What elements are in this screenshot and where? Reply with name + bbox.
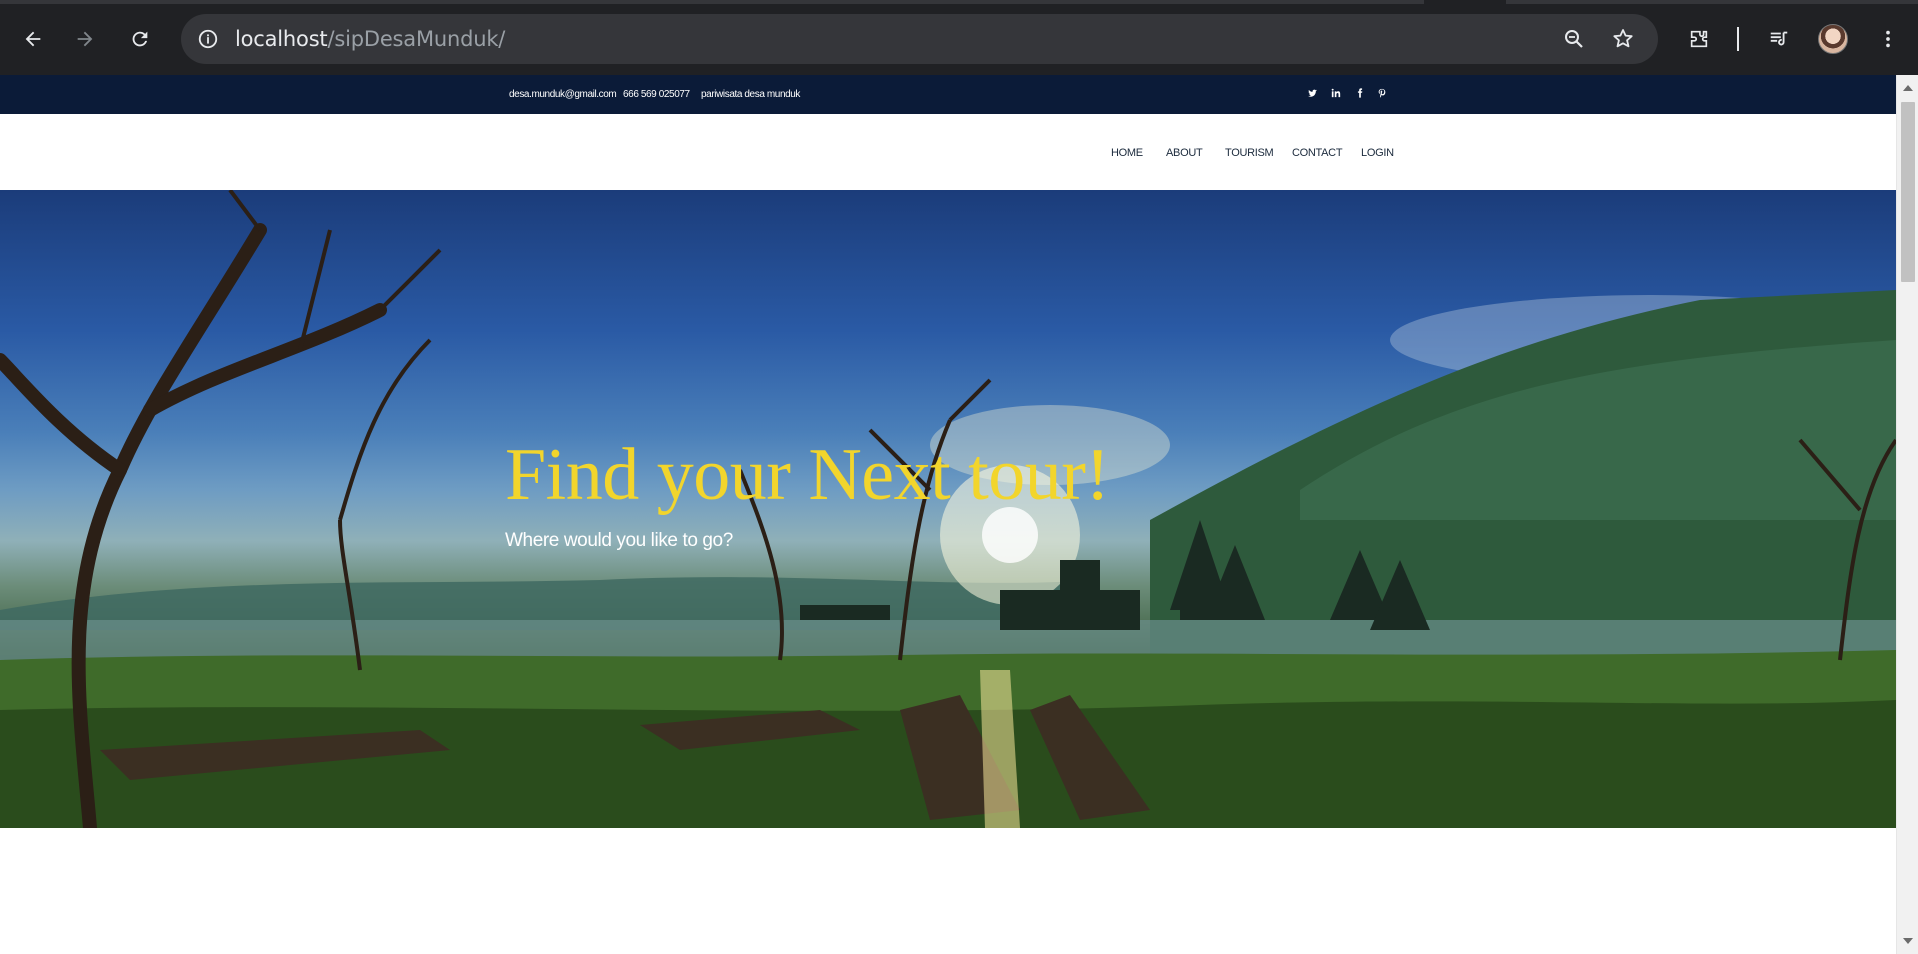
contact-phone[interactable]: 666 569 025077 <box>623 89 690 100</box>
hero-title: Find your Next tour! <box>505 433 1114 518</box>
scrollbar-thumb[interactable] <box>1901 102 1915 282</box>
contact-tagline: pariwisata desa munduk <box>701 89 801 100</box>
reload-icon[interactable] <box>121 20 159 58</box>
active-tab[interactable] <box>1424 0 1506 4</box>
menu-kebab-icon[interactable] <box>1869 20 1907 58</box>
nav-contact[interactable]: CONTACT <box>1292 147 1343 159</box>
toolbar-divider <box>1737 27 1739 51</box>
tab-strip <box>0 0 1918 4</box>
site-info-icon[interactable] <box>193 24 223 54</box>
page-scrollbar[interactable] <box>1896 75 1918 954</box>
linkedin-icon[interactable] <box>1330 88 1342 100</box>
pinterest-icon[interactable] <box>1376 88 1388 100</box>
hero-title-highlight: Next tour! <box>802 434 1114 516</box>
main-navigation: HOME ABOUT TOURISM CONTACT LOGIN <box>0 114 1896 190</box>
zoom-icon[interactable] <box>1560 25 1588 53</box>
bookmark-star-icon[interactable] <box>1609 25 1637 53</box>
scroll-up-arrow-icon[interactable] <box>1903 85 1913 91</box>
scroll-down-arrow-icon[interactable] <box>1903 938 1913 944</box>
extensions-icon[interactable] <box>1680 20 1718 58</box>
contact-email[interactable]: desa.munduk@gmail.com <box>509 89 617 100</box>
profile-avatar[interactable] <box>1818 24 1848 54</box>
twitter-icon[interactable] <box>1306 88 1318 100</box>
hero-title-part2: Next tour! <box>808 434 1110 516</box>
url-path: /sipDesaMunduk/ <box>327 27 506 51</box>
top-info-bar: desa.munduk@gmail.com 666 569 025077 par… <box>0 75 1896 114</box>
page-viewport: desa.munduk@gmail.com 666 569 025077 par… <box>0 75 1896 954</box>
forward-arrow-icon[interactable] <box>66 20 104 58</box>
url-text: localhost/sipDesaMunduk/ <box>235 27 505 51</box>
browser-chrome: localhost/sipDesaMunduk/ <box>0 0 1918 75</box>
nav-login[interactable]: LOGIN <box>1361 147 1394 159</box>
url-host: localhost <box>235 27 328 51</box>
hero-banner: Find your Next tour! Where would you lik… <box>0 190 1896 828</box>
hero-subtitle: Where would you like to go? <box>505 530 733 551</box>
hero-title-part1: Find your <box>505 434 791 516</box>
address-bar[interactable]: localhost/sipDesaMunduk/ <box>181 14 1658 64</box>
facebook-icon[interactable] <box>1354 88 1366 100</box>
media-control-icon[interactable] <box>1760 20 1798 58</box>
nav-home[interactable]: HOME <box>1111 147 1143 159</box>
back-arrow-icon[interactable] <box>14 20 52 58</box>
nav-about[interactable]: ABOUT <box>1166 147 1203 159</box>
nav-tourism[interactable]: TOURISM <box>1225 147 1274 159</box>
